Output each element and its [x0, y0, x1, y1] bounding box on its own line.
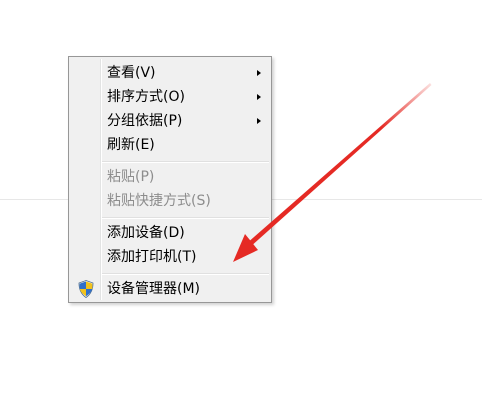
menu-item-label: 查看(V): [107, 65, 156, 81]
menu-item-label: 排序方式(O): [107, 89, 185, 105]
submenu-arrow-icon: [257, 70, 261, 76]
menu-item-refresh[interactable]: 刷新(E): [71, 134, 269, 156]
menu-item-sort-by[interactable]: 排序方式(O): [71, 86, 269, 108]
menu-item-label: 添加打印机(T): [107, 249, 197, 265]
menu-item-label: 粘贴快捷方式(S): [107, 193, 211, 209]
menu-separator: [102, 273, 269, 275]
menu-item-device-manager[interactable]: 设备管理器(M): [71, 278, 269, 300]
menu-item-paste-shortcut[interactable]: 粘贴快捷方式(S): [71, 190, 269, 212]
menu-item-label: 刷新(E): [107, 137, 155, 153]
menu-item-label: 添加设备(D): [107, 225, 185, 241]
uac-shield-icon: [76, 279, 96, 299]
menu-item-add-printer[interactable]: 添加打印机(T): [71, 246, 269, 268]
menu-item-add-device[interactable]: 添加设备(D): [71, 222, 269, 244]
menu-item-label: 粘贴(P): [107, 169, 155, 185]
menu-item-label: 分组依据(P): [107, 113, 183, 129]
menu-item-paste[interactable]: 粘贴(P): [71, 166, 269, 188]
context-menu: 查看(V) 排序方式(O) 分组依据(P) 刷新(E) 粘贴(P) 粘贴快捷方式…: [68, 56, 272, 303]
menu-separator: [102, 161, 269, 163]
submenu-arrow-icon: [257, 118, 261, 124]
red-arrow-shaft: [246, 83, 432, 248]
submenu-arrow-icon: [257, 94, 261, 100]
menu-item-group-by[interactable]: 分组依据(P): [71, 110, 269, 132]
desktop-background[interactable]: 查看(V) 排序方式(O) 分组依据(P) 刷新(E) 粘贴(P) 粘贴快捷方式…: [0, 0, 482, 412]
menu-item-view[interactable]: 查看(V): [71, 62, 269, 84]
menu-separator: [102, 217, 269, 219]
menu-item-label: 设备管理器(M): [107, 281, 201, 297]
